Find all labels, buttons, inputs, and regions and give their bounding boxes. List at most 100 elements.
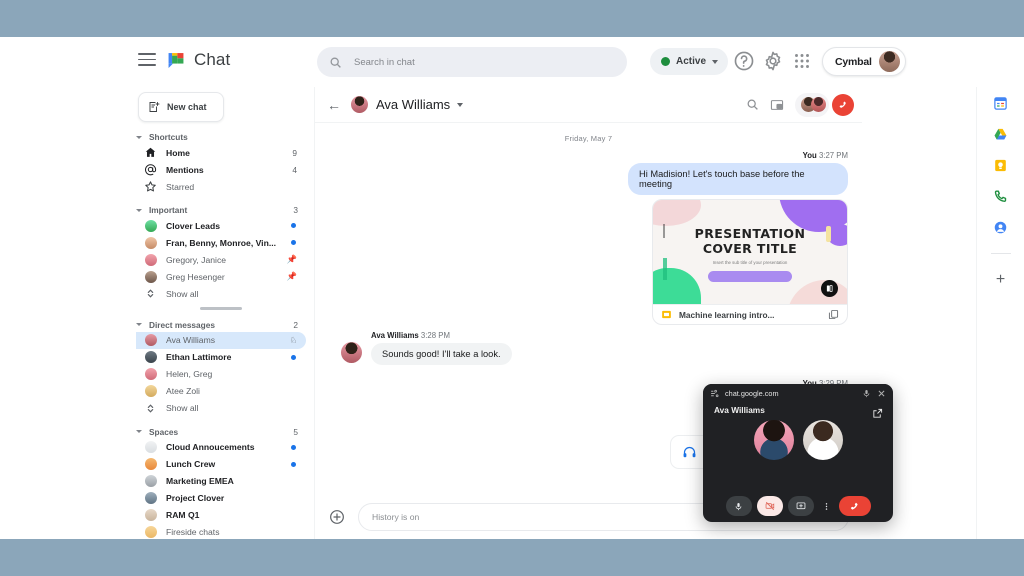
avatar[interactable] [753, 420, 794, 460]
letterbox-bottom [0, 539, 1024, 576]
person-avatar-atee [144, 385, 157, 398]
search-placeholder: Search in chat [354, 56, 415, 68]
sidebar-item-ava-williams[interactable]: Ava Williams ♘ [136, 331, 306, 349]
sidebar-item-label: Show all [166, 403, 199, 413]
new-chat-button[interactable]: New chat [138, 92, 224, 122]
search-icon[interactable] [741, 94, 763, 116]
message-meta: You 3:27 PM [803, 151, 848, 160]
side-app-rail: + [976, 87, 1024, 539]
google-drive-icon[interactable] [993, 127, 1008, 142]
sidebar-item-label: Cloud Annoucements [166, 442, 255, 452]
sidebar-item-ethan-lattimore[interactable]: Ethan Lattimore [136, 349, 306, 366]
mic-toggle-button[interactable] [725, 496, 752, 516]
sidebar-section-header[interactable]: Shortcuts [136, 132, 306, 142]
chevron-down-icon[interactable] [457, 102, 464, 107]
sidebar-item-show-all[interactable]: Show all [136, 285, 306, 302]
sidebar-item-fran-benny-monroe-vin[interactable]: Fran, Benny, Monroe, Vin... [136, 234, 306, 251]
sidebar-item-project-clover[interactable]: Project Clover [136, 490, 306, 507]
person-avatar-ethan [144, 351, 157, 364]
sidebar-item-atee-zoli[interactable]: Atee Zoli [136, 383, 306, 400]
plus-icon[interactable]: + [996, 272, 1005, 288]
site-settings-icon[interactable] [710, 389, 719, 398]
avatar[interactable] [878, 51, 900, 72]
google-keep-icon[interactable] [993, 158, 1008, 173]
picture-in-picture-icon[interactable] [766, 94, 788, 116]
google-chat-app: Chat Search in chat Active Cymbal New ch… [0, 37, 1024, 539]
avatar[interactable] [351, 96, 368, 113]
sidebar-item-starred[interactable]: Starred [136, 178, 306, 195]
sidebar-item-clover-leads[interactable]: Clover Leads [136, 217, 306, 234]
more-options-button[interactable] [819, 496, 834, 516]
sidebar-item-home[interactable]: Home 9 [136, 144, 306, 161]
hamburger-menu-icon[interactable] [138, 53, 156, 67]
space-avatar-green [144, 219, 157, 232]
chevron-down-icon [136, 323, 142, 326]
sidebar-section-count: 3 [293, 205, 298, 215]
copy-icon[interactable] [828, 309, 839, 320]
plus-circle-icon[interactable] [329, 509, 345, 525]
sidebar-item-cloud-annoucements[interactable]: Cloud Annoucements [136, 439, 306, 456]
message-meta: Ava Williams 3:28 PM [371, 331, 512, 340]
chevron-down-icon [136, 135, 142, 139]
conversation-header: ← Ava Williams [315, 87, 862, 123]
google-contacts-icon[interactable] [993, 220, 1008, 235]
sidebar-item-lunch-crew[interactable]: Lunch Crew [136, 456, 306, 473]
pip-participant-name: Ava Williams [714, 405, 765, 415]
video-call-pip-window[interactable]: chat.google.com Ava Williams [703, 384, 893, 522]
help-circle-icon[interactable] [733, 50, 755, 72]
message-bubble: Sounds good! I'll take a look. [371, 343, 512, 365]
sidebar-item-gregory-janice[interactable]: Gregory, Janice 📌 [136, 251, 306, 268]
header-actions [741, 92, 854, 117]
pip-participant-tiles [703, 420, 893, 460]
present-screen-button[interactable] [787, 496, 814, 516]
open-in-new-icon[interactable] [872, 408, 883, 419]
sidebar-section-label: Direct messages [149, 319, 215, 330]
sidebar-item-mentions[interactable]: Mentions 4 [136, 161, 306, 178]
microphone-icon[interactable] [862, 389, 871, 398]
sidebar-item-label: Lunch Crew [166, 459, 216, 469]
pin-icon[interactable]: 📌 [287, 254, 297, 265]
back-arrow-icon[interactable]: ← [327, 97, 341, 113]
avatar[interactable] [802, 420, 843, 460]
space-avatar-orange [144, 458, 157, 471]
sidebar-item-label: Starred [166, 181, 195, 192]
sidebar-item-label: Ethan Lattimore [166, 352, 232, 362]
message-outgoing: You 3:27 PM Hi Madision! Let's touch bas… [315, 143, 862, 325]
camera-off-button[interactable] [756, 496, 783, 516]
date-divider: Friday, May 7 [564, 134, 613, 143]
avatar[interactable] [341, 342, 362, 363]
end-call-button[interactable] [838, 496, 871, 516]
sidebar-item-label: Helen, Greg [166, 369, 213, 379]
close-icon[interactable] [877, 389, 886, 398]
sidebar-item-ram-q1[interactable]: RAM Q1 [136, 507, 306, 524]
search-icon [330, 57, 341, 68]
apps-grid-icon[interactable] [791, 50, 813, 72]
letterbox-top [0, 0, 1024, 37]
status-chip[interactable]: Active [650, 48, 729, 75]
account-brand: Cymbal [835, 55, 872, 68]
sidebar-item-greg-hesenger[interactable]: Greg Hesenger 📌 [136, 268, 306, 285]
chevron-down-icon [136, 208, 142, 212]
sidebar-item-marketing-emea[interactable]: Marketing EMEA [136, 473, 306, 490]
chevron-expand-icon [144, 287, 157, 300]
pin-icon[interactable]: 📌 [287, 271, 297, 282]
sidebar-section-header[interactable]: Important 3 [136, 205, 306, 215]
sidebar-section-label: Spaces [149, 426, 179, 437]
gear-icon[interactable] [762, 50, 784, 72]
scroll-indicator[interactable] [200, 307, 242, 310]
space-avatar-cloud [144, 441, 157, 454]
sidebar-item-show-all[interactable]: Show all [136, 400, 306, 417]
account-chip[interactable]: Cymbal [822, 47, 906, 76]
sidebar-item-helen-greg[interactable]: Helen, Greg [136, 366, 306, 383]
sidebar-section-header[interactable]: Spaces 5 [136, 427, 306, 437]
sidebar-item-fireside-chats[interactable]: Fireside chats [136, 524, 306, 540]
google-voice-icon[interactable] [993, 189, 1008, 204]
google-calendar-icon[interactable] [993, 96, 1008, 111]
sidebar-section-header[interactable]: Direct messages 2 [136, 320, 306, 330]
slide-thumbnail: PRESENTATION COVER TITLE Insert the sub … [653, 200, 847, 304]
attachment-card[interactable]: PRESENTATION COVER TITLE Insert the sub … [652, 199, 848, 325]
search-input[interactable]: Search in chat [317, 47, 627, 77]
end-call-button[interactable] [832, 93, 854, 116]
group-avatar [144, 236, 157, 249]
participants-chip[interactable] [795, 92, 829, 117]
